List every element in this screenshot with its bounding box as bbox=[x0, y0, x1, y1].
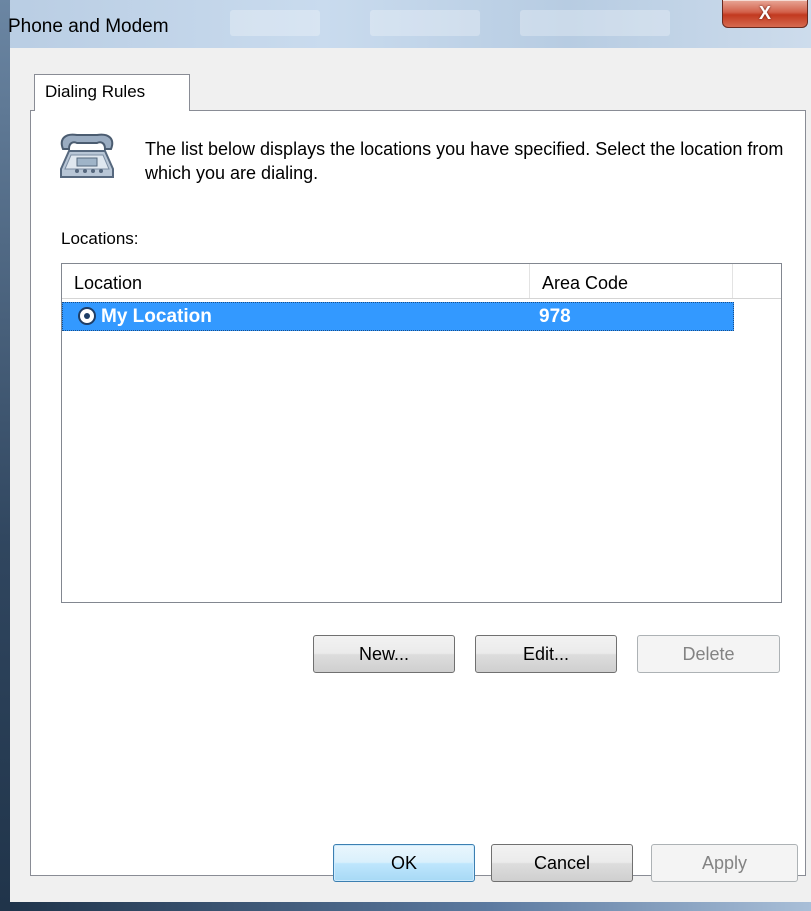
window-title: Phone and Modem bbox=[8, 16, 169, 37]
tab-label: Dialing Rules bbox=[45, 82, 146, 101]
background-blur bbox=[370, 10, 480, 36]
background-blur bbox=[520, 10, 670, 36]
cancel-button[interactable]: Cancel bbox=[491, 844, 633, 882]
close-icon: X bbox=[758, 3, 771, 23]
title-bar[interactable]: Phone and Modem X bbox=[0, 0, 811, 48]
default-location-icon bbox=[78, 307, 96, 325]
new-button[interactable]: New... bbox=[313, 635, 455, 673]
phone-and-modem-window: Phone and Modem X Dialing Rules The list… bbox=[0, 0, 811, 911]
delete-button[interactable]: Delete bbox=[637, 635, 780, 673]
dialog-client-area: Dialing Rules The list below displays th… bbox=[10, 48, 811, 902]
close-button[interactable]: X bbox=[722, 0, 808, 28]
column-header-filler bbox=[733, 264, 781, 298]
locations-label: Locations: bbox=[61, 229, 139, 248]
tab-dialing-rules[interactable]: Dialing Rules bbox=[34, 74, 190, 111]
window-bottom-border bbox=[10, 902, 811, 911]
edit-button[interactable]: Edit... bbox=[475, 635, 617, 673]
ok-button[interactable]: OK bbox=[333, 844, 475, 882]
dialing-rules-description: The list below displays the locations yo… bbox=[145, 139, 784, 183]
location-name: My Location bbox=[101, 306, 212, 327]
apply-button[interactable]: Apply bbox=[651, 844, 798, 882]
column-header-area-code[interactable]: Area Code bbox=[530, 264, 733, 298]
locations-list[interactable]: Location Area Code My Location 978 bbox=[61, 263, 782, 603]
dialing-rules-panel: The list below displays the locations yo… bbox=[30, 110, 806, 876]
list-header: Location Area Code bbox=[62, 264, 781, 299]
background-blur bbox=[230, 10, 320, 36]
area-code: 978 bbox=[539, 306, 571, 327]
telephone-icon bbox=[60, 133, 114, 178]
column-header-location[interactable]: Location bbox=[62, 264, 530, 298]
list-item[interactable]: My Location 978 bbox=[62, 302, 734, 331]
